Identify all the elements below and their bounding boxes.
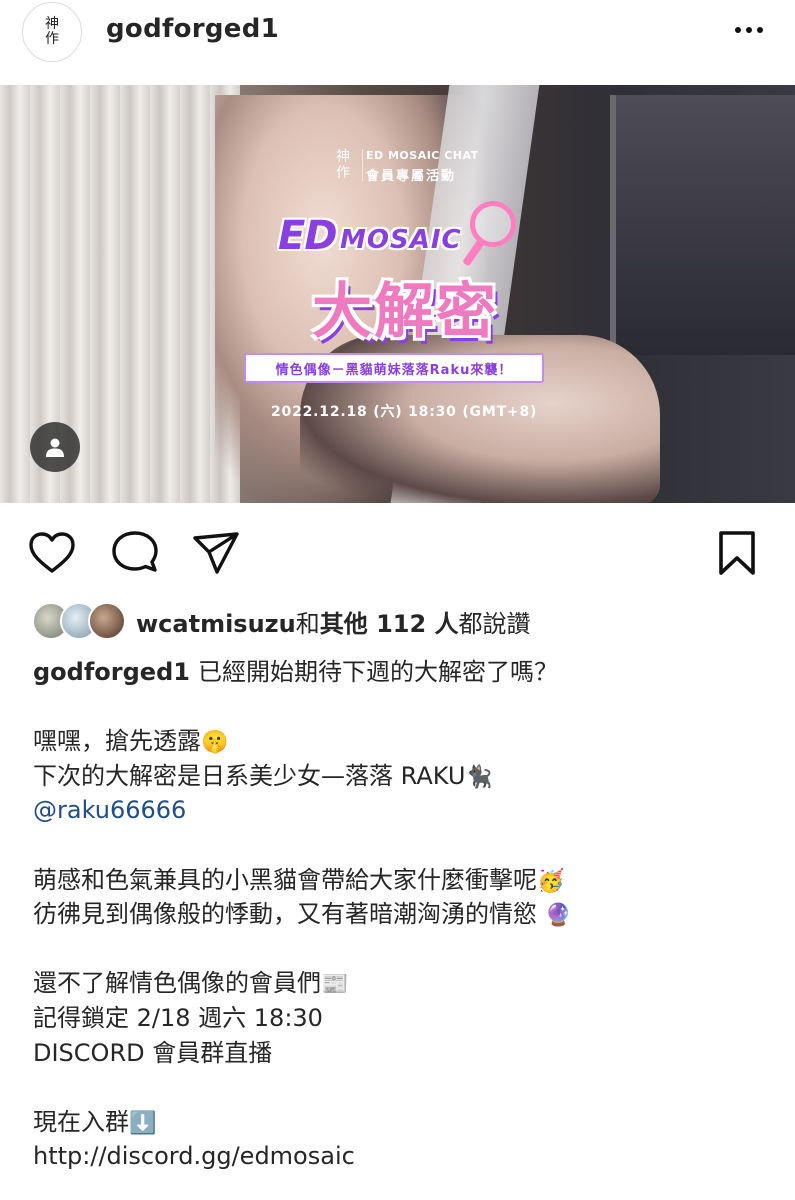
newspaper-icon: 📰 <box>321 972 349 998</box>
profile-avatar[interactable]: 神 作 <box>22 2 82 62</box>
promo-overlay: 神 作 ED MOSAIC CHAT 會員專屬活動 ED MOSAIC 大解密 … <box>0 85 795 503</box>
likes-text: wcatmisuzu和其他 112 人都說讚 <box>136 604 531 639</box>
more-horizontal-icon[interactable] <box>731 16 767 44</box>
crystal-ball-icon: 🔮 <box>544 903 573 929</box>
action-bar <box>0 520 795 584</box>
liker-avatars[interactable] <box>32 602 128 640</box>
brand-seal-logo: 神 作 <box>330 149 363 181</box>
caption-line: 彷彿見到偶像般的悸動，又有著暗潮洶湧的情慾 <box>33 900 537 929</box>
down-arrow-icon: ⬇️ <box>129 1110 157 1136</box>
event-date: 2022.12.18 (六) 18:30 (GMT+8) <box>271 404 538 420</box>
caption-line: 下次的大解密是日系美少女—落落 RAKU <box>33 761 466 790</box>
comment-icon[interactable] <box>110 528 160 578</box>
caption-line: 已經開始期待下週的大解密了嗎？ <box>197 658 558 686</box>
tagline-text: 情色偶像－黑貓萌妹落落Raku來襲！ <box>275 362 513 378</box>
send-icon[interactable] <box>191 528 241 578</box>
caption-line: 萌感和色氣兼具的小黑貓會帶給大家什麼衝擊呢 <box>33 865 537 894</box>
person-icon <box>46 438 64 457</box>
bookmark-icon[interactable] <box>712 528 762 578</box>
caption-line: 還不了解情色偶像的會員們 <box>33 969 321 998</box>
discord-link[interactable]: http://discord.gg/edmosaic <box>33 1142 355 1170</box>
partying-face-icon: 🥳 <box>537 868 565 894</box>
logo-headline: 大解密 <box>312 277 498 347</box>
tagline-banner: 情色偶像－黑貓萌妹落落Raku來襲！ <box>244 353 544 383</box>
brand-title: ED MOSAIC CHAT <box>366 149 479 162</box>
liker-username[interactable]: wcatmisuzu <box>136 610 296 638</box>
likes-count[interactable]: 其他 112 人 <box>320 610 459 638</box>
mention-link[interactable]: @raku66666 <box>33 796 186 824</box>
logo-mosaic-text: MOSAIC <box>340 225 462 255</box>
likes-conjunction: 和 <box>295 610 320 638</box>
brand-subtitle: 會員專屬活動 <box>366 169 457 184</box>
liker-avatar <box>88 602 126 640</box>
caption-line: DISCORD 會員群直播 <box>33 1038 273 1067</box>
caption-line: 記得鎖定 2/18 週六 18:30 <box>33 1003 323 1032</box>
tagged-user-button[interactable] <box>30 422 80 472</box>
logo-ed-text: ED <box>278 213 338 259</box>
avatar-logo-char-2: 作 <box>45 31 59 47</box>
avatar-logo: 神 作 <box>45 17 59 47</box>
shushing-face-icon: 🤫 <box>201 730 229 756</box>
post-caption: godforged1 已經開始期待下週的大解密了嗎？ 嘿嘿，搶先透露🤫 下次的大解… <box>33 655 773 1174</box>
caption-line: 嘿嘿，搶先透露 <box>33 727 201 756</box>
post-image[interactable]: 神 作 ED MOSAIC CHAT 會員專屬活動 ED MOSAIC 大解密 … <box>0 85 795 503</box>
caption-line: 現在入群 <box>33 1107 129 1136</box>
post-header: 神 作 godforged1 <box>0 0 795 85</box>
black-cat-icon: 🐈‍⬛ <box>465 764 493 790</box>
caption-username[interactable]: godforged1 <box>33 658 190 686</box>
heart-icon[interactable] <box>27 528 77 578</box>
avatar-logo-char-1: 神 <box>45 16 59 32</box>
likes-suffix: 都說讚 <box>458 610 531 638</box>
post-username[interactable]: godforged1 <box>106 14 279 44</box>
